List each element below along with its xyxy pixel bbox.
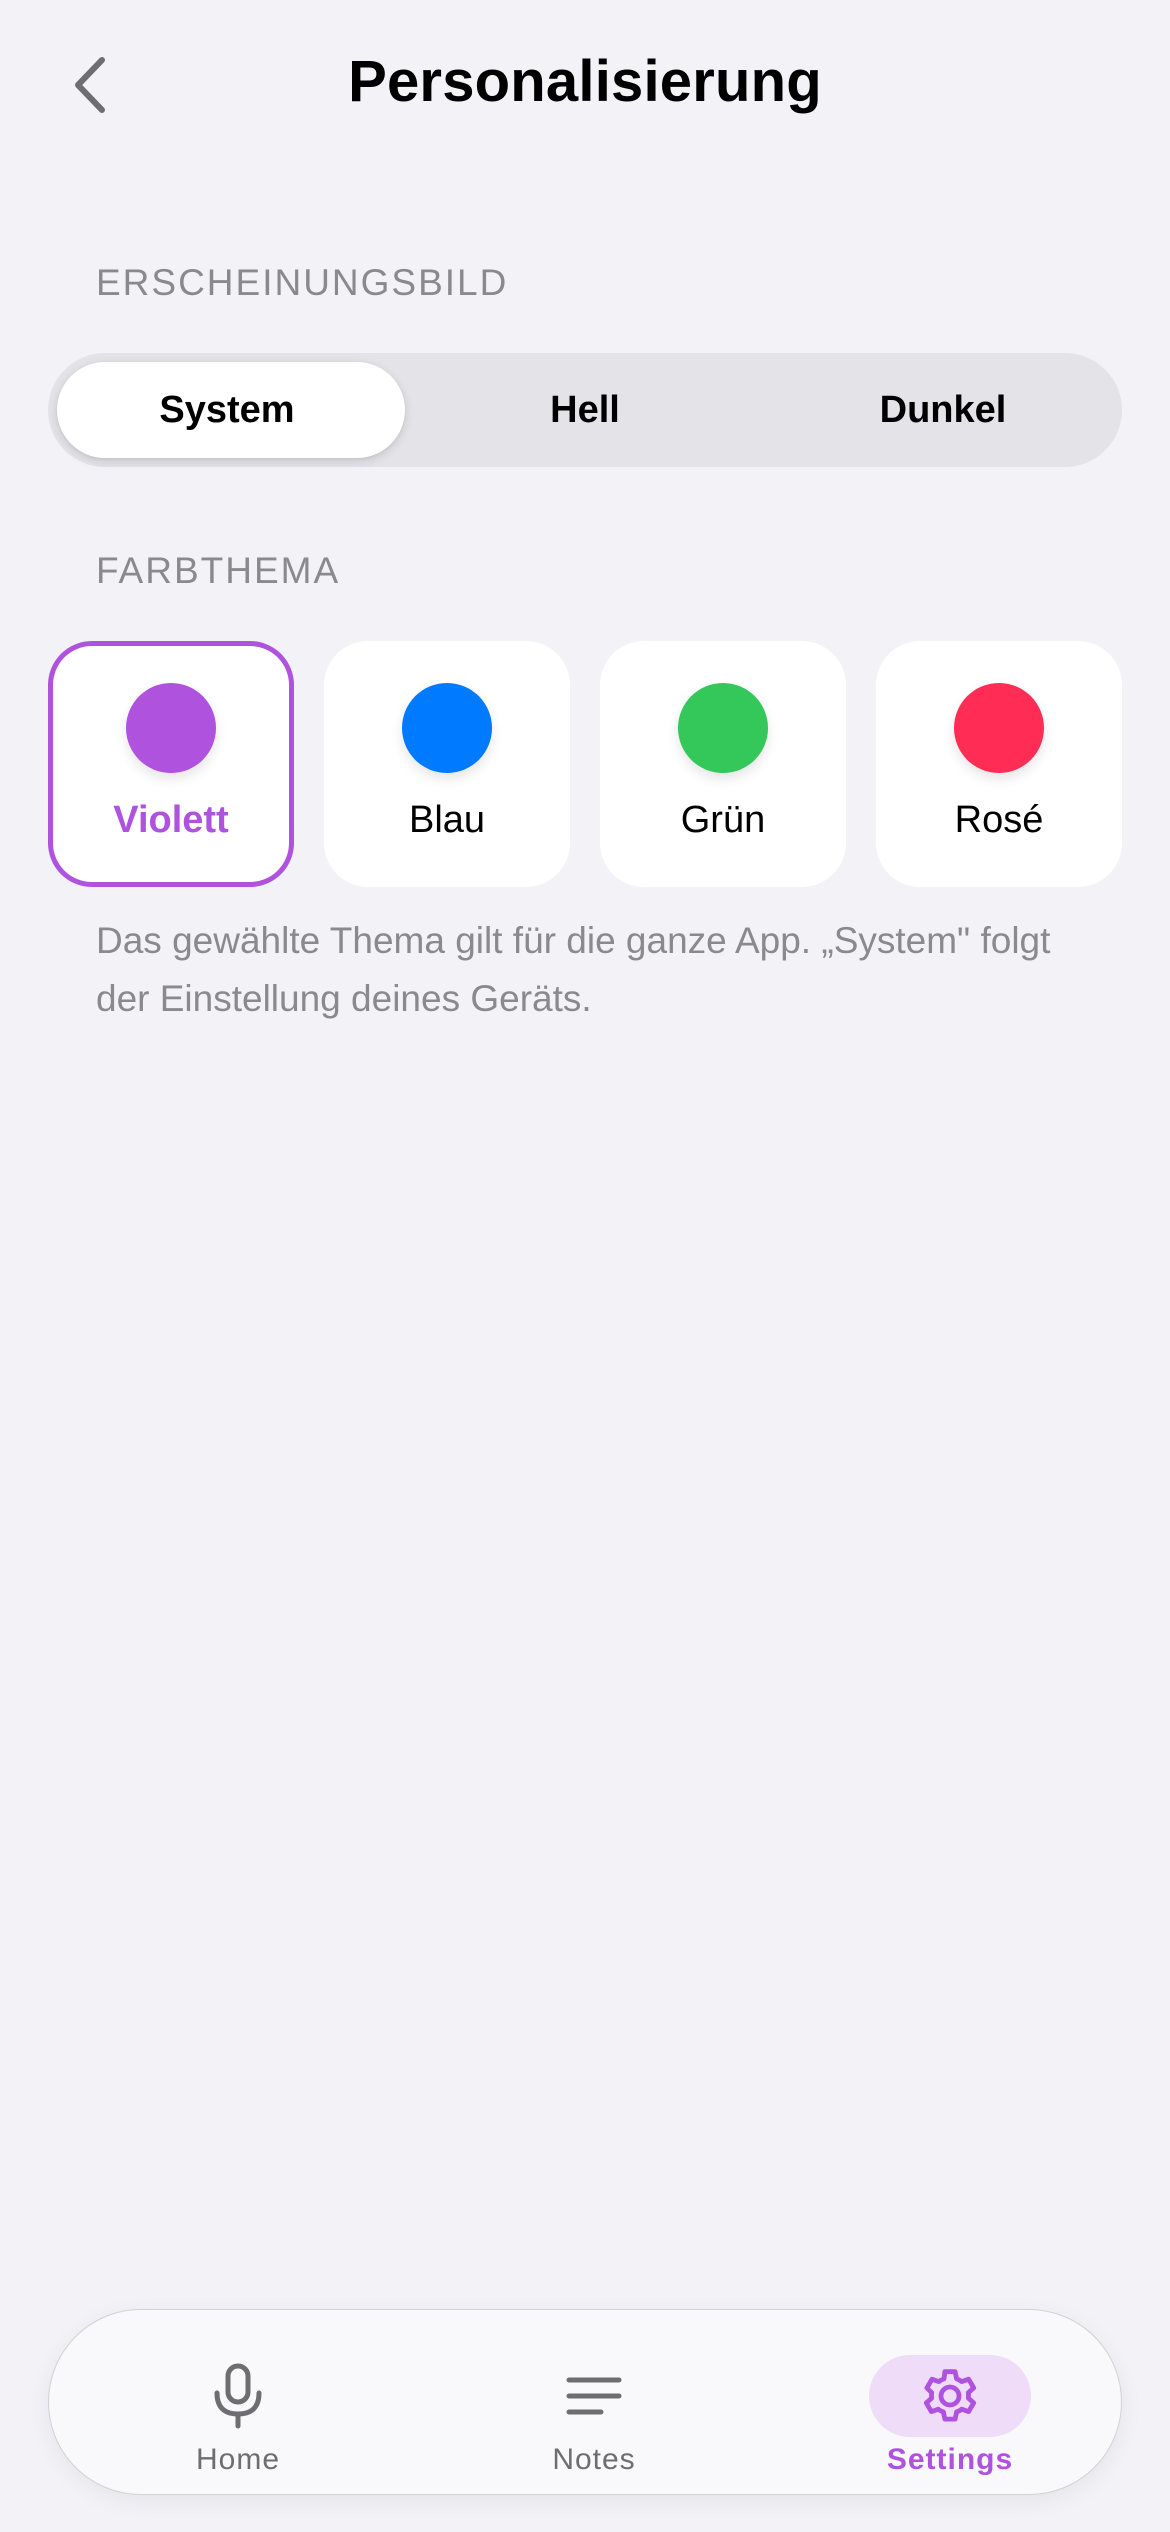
theme-label: Blau (408, 799, 486, 841)
color-swatch-gruen (678, 683, 768, 773)
theme-card-rose[interactable]: Rosé (876, 641, 1122, 887)
theme-card-violett[interactable]: Violett (48, 641, 294, 887)
segment-dark[interactable]: Dunkel (764, 353, 1122, 467)
theme-card-gruen[interactable]: Grün (600, 641, 846, 887)
tab-settings[interactable]: Settings (865, 2327, 1035, 2477)
microphone-icon (214, 2363, 262, 2429)
tab-bar: Home Notes Settings (48, 2309, 1122, 2495)
tab-icon-container (513, 2355, 675, 2437)
tab-label: Settings (886, 2443, 1014, 2476)
gear-icon (923, 2369, 977, 2422)
theme-card-blau[interactable]: Blau (324, 641, 570, 887)
segment-system[interactable]: System (48, 353, 406, 467)
tab-icon-container (157, 2355, 319, 2437)
color-swatch-rose (954, 683, 1044, 773)
color-theme-section-label: FARBTHEMA (96, 550, 341, 591)
tab-home[interactable]: Home (153, 2327, 323, 2477)
color-theme-grid: Violett Blau Grün Rosé (48, 641, 1122, 887)
page-title: Personalisierung (348, 49, 822, 114)
theme-label: Violett (113, 799, 229, 841)
lines-icon (566, 2377, 622, 2415)
tab-icon-container-active (869, 2355, 1031, 2437)
tab-notes[interactable]: Notes (509, 2327, 679, 2477)
theme-label: Grün (680, 799, 766, 841)
appearance-segmented-control: System Hell Dunkel (48, 353, 1122, 467)
appearance-section-label: ERSCHEINUNGSBILD (96, 262, 509, 303)
navigation-header: Personalisierung (0, 0, 1170, 170)
segment-light[interactable]: Hell (406, 353, 764, 467)
color-swatch-violett (126, 683, 216, 773)
theme-footnote: Das gewählte Thema gilt für die ganze Ap… (96, 920, 1051, 1019)
tab-label: Home (195, 2443, 281, 2476)
color-swatch-blau (402, 683, 492, 773)
theme-label: Rosé (954, 799, 1044, 841)
tab-label: Notes (552, 2443, 636, 2476)
